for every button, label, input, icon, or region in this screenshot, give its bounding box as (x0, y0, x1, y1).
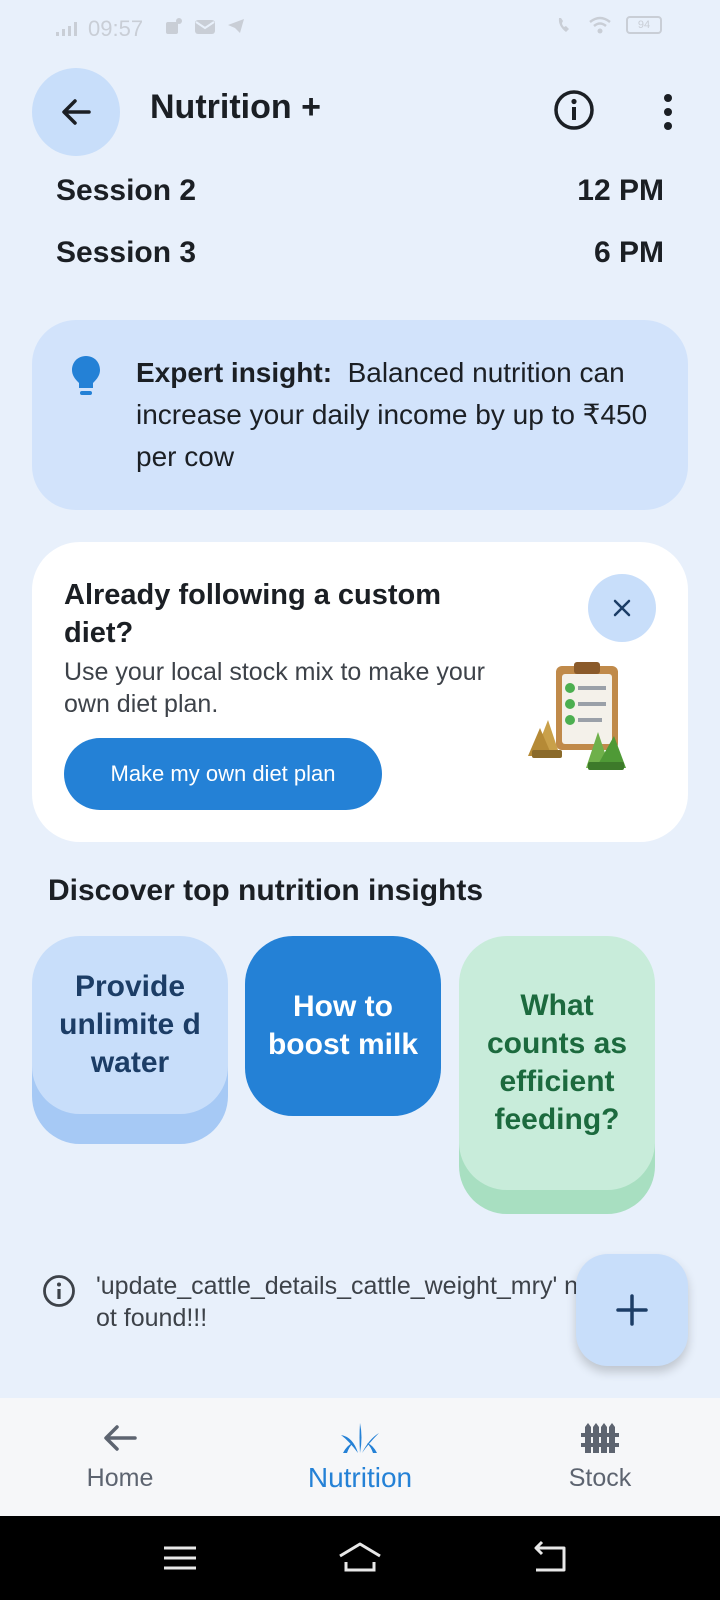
telegram-icon (228, 19, 244, 33)
insight-tile-efficient-feeding[interactable]: What counts as efficient feeding? (459, 936, 655, 1190)
nav-item-nutrition[interactable]: Nutrition (260, 1398, 460, 1516)
custom-diet-title: Already following a custom diet? (64, 579, 442, 649)
diet-plan-clipboard-illustration (528, 662, 626, 770)
lightbulb-icon (72, 356, 100, 395)
session-label: Session 3 (56, 236, 197, 269)
custom-diet-card: Already following a custom diet? Use you… (32, 542, 688, 842)
expert-insight-card: Expert insight: Balanced nutrition can i… (32, 320, 688, 510)
mail-icon (195, 20, 215, 34)
signal-icon (56, 22, 77, 36)
insight-tile-boost-milk[interactable]: How to boost milk (245, 936, 441, 1116)
arrow-left-icon (104, 1425, 137, 1451)
nav-item-stock[interactable]: Stock (500, 1398, 700, 1516)
close-card-button[interactable] (588, 574, 656, 642)
wifi-icon (589, 16, 611, 34)
close-icon (613, 599, 631, 617)
nav-item-home[interactable]: Home (20, 1398, 220, 1516)
grass-icon (341, 1423, 379, 1453)
session-label: Session 2 (56, 174, 197, 207)
more-vertical-icon[interactable] (658, 92, 678, 132)
teams-icon (166, 18, 182, 34)
menu-icon[interactable] (156, 1536, 204, 1580)
nav-label-home: Home (86, 1464, 154, 1492)
expert-insight-label: Expert insight: (136, 357, 333, 388)
status-time: 09:57 (88, 16, 144, 41)
nav-label-stock: Stock (568, 1464, 632, 1492)
battery-icon: 94 (626, 16, 662, 34)
make-diet-plan-button[interactable]: Make my own diet plan (64, 738, 382, 810)
custom-diet-description: Use your local stock mix to make your ow… (64, 658, 485, 718)
info-icon[interactable] (552, 88, 596, 132)
discover-section-title: Discover top nutrition insights (48, 874, 484, 907)
session-time: 6 PM (593, 236, 664, 269)
page-title: Nutrition + (150, 88, 321, 126)
arrow-left-icon (62, 99, 91, 125)
system-back-icon[interactable] (526, 1536, 574, 1580)
insight-tile-water[interactable]: Provide unlimite d water (32, 936, 228, 1114)
session-row: Session 2 12 PM (56, 174, 664, 208)
call-icon (558, 18, 569, 32)
bottom-navigation: Home Nutrition Stock (0, 1398, 720, 1516)
plus-icon (616, 1294, 648, 1326)
fence-icon (581, 1423, 619, 1453)
expert-insight-text: Expert insight: Balanced nutrition can i… (136, 352, 656, 478)
missing-string-notice: 'update_cattle_details_cattle_weight_mry… (96, 1272, 579, 1332)
status-bar: 09:57 94 (0, 0, 720, 56)
session-row: Session 3 6 PM (56, 236, 664, 270)
info-icon (43, 1275, 75, 1307)
nav-label-nutrition: Nutrition (307, 1462, 413, 1493)
back-button[interactable] (32, 68, 120, 156)
home-icon[interactable] (336, 1536, 384, 1580)
system-navigation-bar (0, 1516, 720, 1600)
session-time: 12 PM (577, 174, 664, 207)
add-button[interactable] (576, 1254, 688, 1366)
